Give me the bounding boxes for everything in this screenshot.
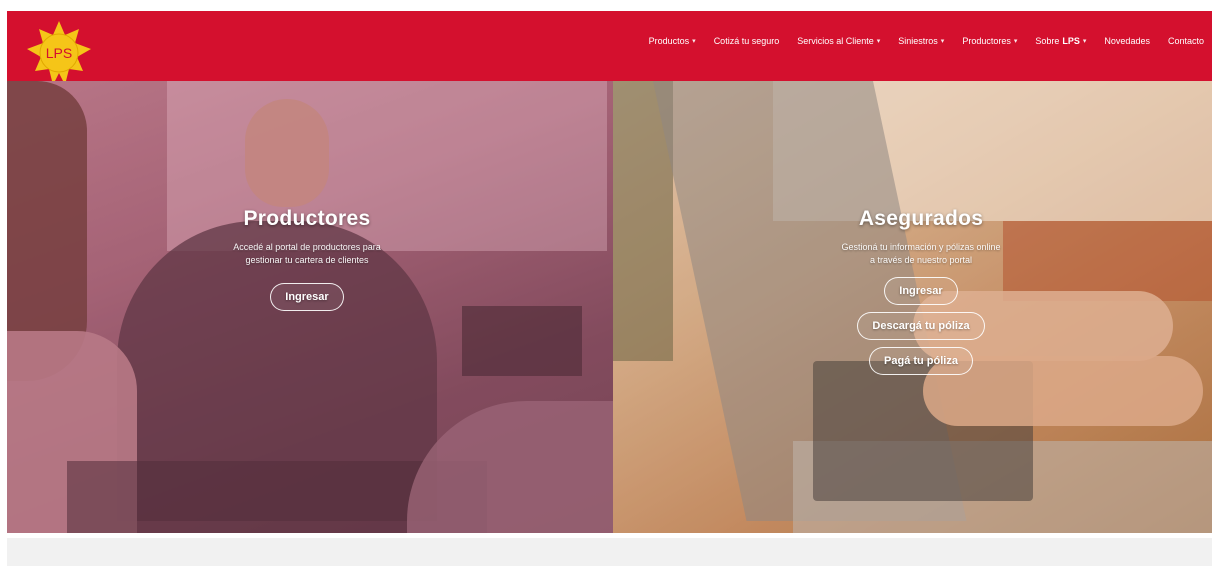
asegurados-panel: Asegurados Gestioná tu información y pól… (613, 81, 1212, 533)
chevron-down-icon: ▾ (1082, 38, 1087, 45)
hero: Productores Accedé al portal de producto… (7, 81, 1212, 533)
subtitle-line: gestionar tu cartera de clientes (245, 255, 369, 265)
subtitle-line: a través de nuestro portal (869, 255, 973, 265)
asegurados-ingresar-button[interactable]: Ingresar (884, 277, 958, 305)
nav-item-contacto[interactable]: Contacto (1168, 36, 1204, 46)
productores-content: Productores Accedé al portal de producto… (182, 207, 432, 311)
nav-item-label-prefix: Sobre (1035, 36, 1060, 46)
nav-item-label: Servicios al Cliente (797, 36, 874, 46)
chevron-down-icon: ▾ (940, 38, 945, 45)
nav-item-sobre-lps[interactable]: Sobre LPS ▾ (1035, 36, 1086, 46)
nav-item-label: Siniestros (898, 36, 938, 46)
nav-item-label: Novedades (1104, 36, 1150, 46)
asegurados-buttons: Ingresar Descargá tu póliza Pagá tu póli… (786, 277, 1056, 375)
logo-text: LPS (46, 45, 72, 61)
asegurados-title: Asegurados (858, 207, 984, 230)
productores-subtitle: Accedé al portal de productores para ges… (182, 241, 432, 267)
main-nav: Productos ▾ Cotizá tu seguro Servicios a… (649, 36, 1212, 46)
site-header: LPS Productos ▾ Cotizá tu seguro Servici… (7, 11, 1212, 85)
nav-item-label-strong: LPS (1062, 36, 1080, 46)
next-section-strip (7, 538, 1212, 566)
chevron-down-icon: ▾ (1013, 38, 1018, 45)
nav-item-label: Productos (648, 36, 690, 46)
nav-item-label: Cotizá tu seguro (713, 36, 780, 46)
chevron-down-icon: ▾ (692, 38, 696, 45)
nav-item-siniestros[interactable]: Siniestros ▾ (898, 36, 944, 46)
paga-poliza-button[interactable]: Pagá tu póliza (869, 347, 973, 375)
subtitle-line: Gestioná tu información y pólizas online (841, 242, 1001, 252)
nav-item-productos[interactable]: Productos ▾ (649, 36, 696, 46)
asegurados-subtitle: Gestioná tu información y pólizas online… (786, 241, 1056, 267)
nav-item-cotiza[interactable]: Cotizá tu seguro (714, 36, 780, 46)
asegurados-content: Asegurados Gestioná tu información y pól… (786, 207, 1056, 375)
nav-item-label: Productores (962, 36, 1011, 46)
nav-item-servicios[interactable]: Servicios al Cliente ▾ (797, 36, 880, 46)
page: LPS Productos ▾ Cotizá tu seguro Servici… (0, 0, 1216, 566)
descarga-poliza-button[interactable]: Descargá tu póliza (857, 312, 985, 340)
productores-ingresar-button[interactable]: Ingresar (270, 283, 344, 311)
lps-logo[interactable]: LPS (27, 21, 91, 85)
chevron-down-icon: ▾ (876, 38, 881, 45)
productores-title: Productores (243, 207, 371, 230)
subtitle-line: Accedé al portal de productores para (233, 242, 381, 252)
productores-panel: Productores Accedé al portal de producto… (7, 81, 613, 533)
nav-item-label: Contacto (1167, 36, 1204, 46)
nav-item-novedades[interactable]: Novedades (1104, 36, 1150, 46)
sun-logo-icon: LPS (27, 21, 91, 85)
nav-item-productores[interactable]: Productores ▾ (962, 36, 1017, 46)
